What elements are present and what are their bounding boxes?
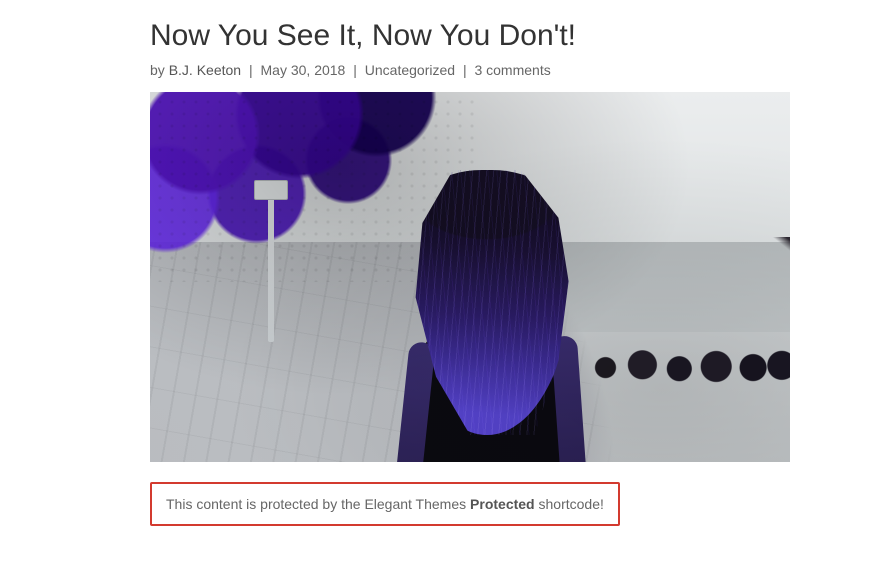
post-date: May 30, 2018 xyxy=(261,62,346,78)
protected-content-callout: This content is protected by the Elegant… xyxy=(150,482,620,526)
meta-separator: | xyxy=(463,62,467,78)
image-figure xyxy=(370,170,600,462)
post-category-link[interactable]: Uncategorized xyxy=(365,62,455,78)
meta-separator: | xyxy=(249,62,253,78)
protected-content-message: This content is protected by the Elegant… xyxy=(166,496,604,512)
blog-post: Now You See It, Now You Don't! by B.J. K… xyxy=(0,0,880,544)
meta-separator: | xyxy=(353,62,357,78)
post-author-link[interactable]: B.J. Keeton xyxy=(169,62,241,78)
image-signpost-sign xyxy=(254,180,288,200)
image-signpost-pole xyxy=(268,182,274,342)
protected-msg-prefix: This content is protected by the Elegant… xyxy=(166,496,470,512)
image-rocks-layer xyxy=(585,334,790,390)
protected-msg-suffix: shortcode! xyxy=(535,496,604,512)
post-comments-link[interactable]: 3 comments xyxy=(474,62,550,78)
meta-by-label: by xyxy=(150,62,165,78)
featured-image xyxy=(150,92,790,462)
post-meta: by B.J. Keeton | May 30, 2018 | Uncatego… xyxy=(150,62,790,78)
protected-msg-bold: Protected xyxy=(470,496,535,512)
post-title: Now You See It, Now You Don't! xyxy=(150,18,790,54)
